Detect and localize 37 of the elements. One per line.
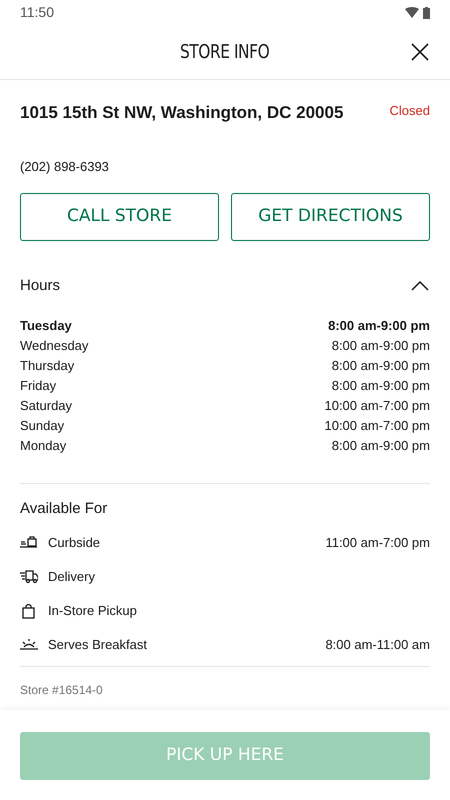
directions-button[interactable]: GET DIRECTIONS: [231, 193, 430, 241]
chevron-up-icon: [411, 281, 429, 292]
day-label: Tuesday: [20, 316, 72, 335]
store-number: Store #16514-0: [20, 682, 103, 699]
battery-icon: [423, 6, 430, 18]
day-label: Friday: [20, 376, 56, 395]
hours-time: 8:00 am-9:00 pm: [332, 436, 430, 455]
section-heading: Available For: [20, 498, 108, 518]
day-label: Sunday: [20, 416, 64, 435]
status-time: 11:50: [20, 3, 54, 22]
day-label: Thursday: [20, 356, 74, 375]
wifi-icon: [405, 7, 419, 18]
close-icon: [411, 43, 429, 61]
hours-time: 8:00 am-9:00 pm: [332, 376, 430, 395]
truck-icon: [20, 569, 38, 585]
hours-time: 8:00 am-9:00 pm: [332, 356, 430, 375]
service-label: Curbside: [48, 534, 102, 552]
hours-time: 10:00 am-7:00 pm: [324, 396, 430, 415]
service-label: In-Store Pickup: [48, 602, 138, 620]
service-hours: 11:00 am-7:00 pm: [325, 534, 430, 552]
hours-time: 8:00 am-9:00 pm: [328, 316, 430, 335]
store-status: Closed: [390, 102, 430, 120]
service-label: Serves Breakfast: [48, 636, 148, 654]
hours-time: 10:00 am-7:00 pm: [324, 416, 430, 435]
day-label: Monday: [20, 436, 66, 455]
day-label: Saturday: [20, 396, 72, 415]
header-title: STORE INFO: [180, 40, 270, 65]
hours-time: 8:00 am-9:00 pm: [332, 336, 430, 355]
phone-number: (202) 898-6393: [20, 158, 109, 176]
close-button[interactable]: [410, 42, 430, 62]
service-label: Delivery: [48, 568, 96, 586]
call-store-button[interactable]: CALL STORE: [20, 193, 219, 241]
store-address: 1015 15th St NW, Washington, DC 20005: [20, 102, 344, 124]
collapse-toggle[interactable]: [410, 279, 430, 294]
section-heading: Hours: [20, 276, 60, 296]
service-hours: 8:00 am-11:00 am: [325, 636, 430, 654]
day-label: Wednesday: [20, 336, 88, 355]
